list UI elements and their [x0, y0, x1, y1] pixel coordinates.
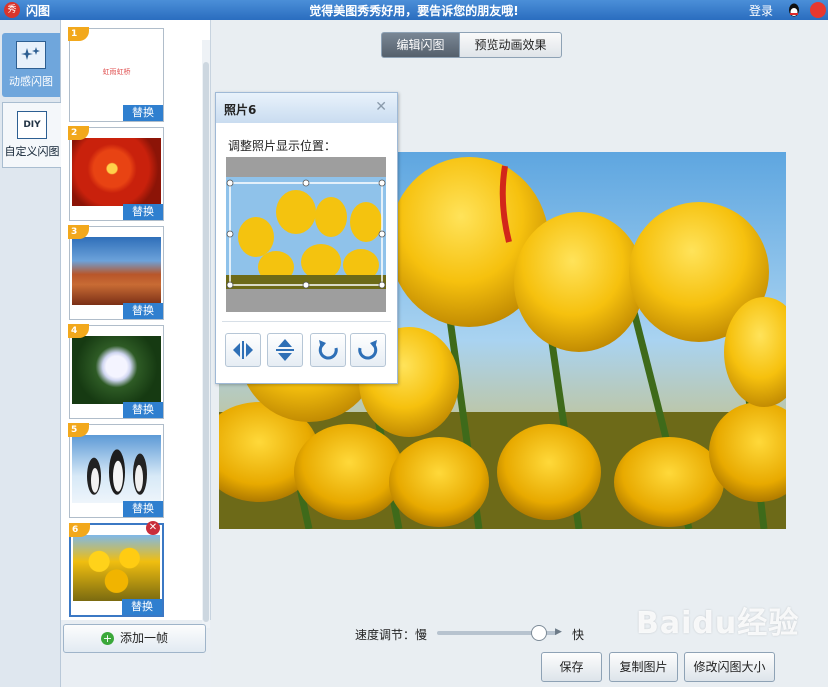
- desert-image: [72, 237, 161, 305]
- mode-sidebar: 动感闪图 DIY 自定义闪图: [0, 20, 61, 687]
- frame-thumb-1[interactable]: 虹雨虹桥 1 替换: [68, 27, 164, 122]
- replace-button[interactable]: 替换: [123, 402, 163, 418]
- panel-title: 照片6: [224, 103, 257, 117]
- white-flower-image: [72, 336, 161, 404]
- panel-instruction: 调整照片显示位置：: [228, 139, 337, 153]
- tab-preview-animation[interactable]: 预览动画效果: [459, 32, 562, 58]
- speed-fast-label: 快: [572, 628, 585, 642]
- text-frame-image: 虹雨虹桥: [72, 39, 161, 107]
- frame-thumb-4[interactable]: 4 替换: [68, 324, 164, 419]
- rotate-right-button[interactable]: [350, 333, 386, 367]
- watermark: Baidu经验: [636, 606, 800, 641]
- panel-header: 照片6 ✕: [216, 93, 397, 123]
- scrollbar-thumb[interactable]: [203, 62, 209, 622]
- login-link[interactable]: 登录: [749, 2, 773, 19]
- frame-thumb-6[interactable]: 6 ✕ 替换: [69, 521, 164, 617]
- add-frame-button[interactable]: + 添加一帧: [63, 624, 206, 653]
- resize-flash-button[interactable]: 修改闪图大小: [684, 652, 775, 682]
- rotate-right-icon: [358, 340, 378, 360]
- flip-vertical-button[interactable]: [267, 333, 303, 367]
- rotate-left-button[interactable]: [310, 333, 346, 367]
- frame-list-scrollbar[interactable]: [202, 40, 210, 628]
- replace-button[interactable]: 替换: [123, 105, 163, 121]
- weibo-icon[interactable]: [810, 2, 826, 18]
- frame-thumb-2[interactable]: 2 替换: [68, 126, 164, 221]
- flip-horizontal-button[interactable]: [225, 333, 261, 367]
- tab-edit-flash[interactable]: 编辑闪图: [381, 32, 460, 58]
- crop-area[interactable]: [226, 157, 386, 312]
- frame-caption: 虹雨虹桥: [102, 68, 131, 76]
- slogan: 觉得美图秀秀好用，要告诉您的朋友哦!: [309, 4, 519, 18]
- crop-preview-image: [226, 157, 386, 312]
- flip-horizontal-icon: [233, 341, 253, 359]
- slider-arrow-icon: ▶: [555, 627, 562, 637]
- save-button[interactable]: 保存: [541, 652, 602, 682]
- replace-button[interactable]: 替换: [123, 501, 163, 517]
- speed-label: 速度调节：慢: [355, 628, 428, 642]
- frame-thumb-3[interactable]: 3 替换: [68, 225, 164, 320]
- title-bar: 秀 闪图 觉得美图秀秀好用，要告诉您的朋友哦! 登录: [0, 0, 828, 20]
- red-flower-image: [72, 138, 161, 206]
- photo-adjust-panel: 照片6 ✕ 调整照片显示位置：: [215, 92, 398, 384]
- speed-slider-knob[interactable]: [531, 625, 547, 641]
- mode-label: 动感闪图: [9, 75, 53, 88]
- tulips-image: [73, 535, 160, 601]
- close-icon[interactable]: ✕: [375, 99, 387, 115]
- rotate-left-icon: [318, 340, 338, 360]
- replace-button[interactable]: 替换: [123, 303, 163, 319]
- mode-dynamic-flash[interactable]: 动感闪图: [2, 33, 60, 97]
- delete-frame-icon[interactable]: ✕: [146, 521, 160, 535]
- plus-icon: +: [100, 632, 114, 645]
- add-frame-label: 添加一帧: [119, 631, 168, 645]
- panel-divider: [222, 321, 391, 322]
- flip-vertical-icon: [276, 339, 294, 361]
- mode-custom-flash[interactable]: DIY 自定义闪图: [2, 102, 61, 168]
- frame-list: 虹雨虹桥 1 替换 2 替换 3 替换 4 替换 5 替换 6 ✕ 替换: [61, 20, 211, 628]
- qq-icon[interactable]: [786, 2, 802, 18]
- replace-button[interactable]: 替换: [122, 599, 162, 615]
- replace-button[interactable]: 替换: [123, 204, 163, 220]
- frame-thumb-5[interactable]: 5 替换: [68, 423, 164, 518]
- mode-label: 自定义闪图: [4, 145, 60, 158]
- diy-icon: DIY: [17, 111, 47, 139]
- copy-image-button[interactable]: 复制图片: [609, 652, 678, 682]
- sparkle-frame-icon: [16, 41, 46, 69]
- penguins-image: [72, 435, 161, 503]
